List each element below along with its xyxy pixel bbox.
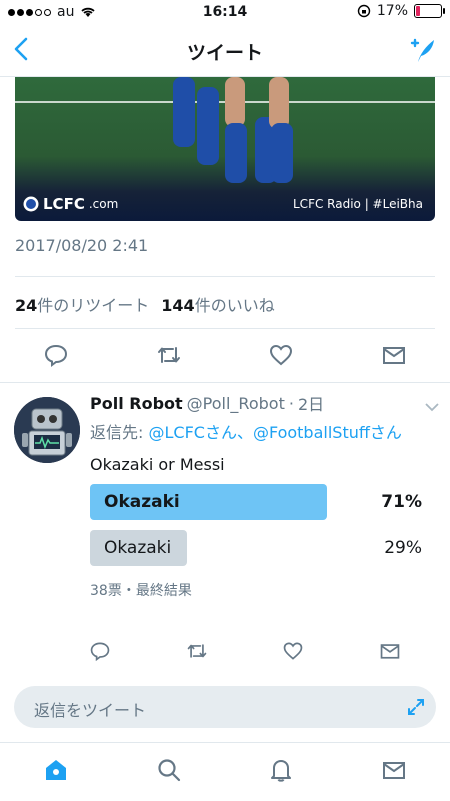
- nav-bar: ツイート: [0, 26, 450, 77]
- compose-tweet-icon[interactable]: [406, 34, 438, 70]
- reply-to-mentions[interactable]: @LCFCさん、@FootballStuffさん: [148, 423, 401, 442]
- home-tab-icon[interactable]: [43, 757, 69, 787]
- direct-message-icon[interactable]: [370, 640, 410, 662]
- reply-body: Poll Robot @Poll_Robot · 2日 返信先: @LCFCさん…: [90, 391, 430, 600]
- reply-icon[interactable]: [36, 342, 76, 368]
- poll: Okazaki 71% Okazaki 29%: [90, 484, 430, 568]
- reply-compose-field[interactable]: 返信をツイート: [14, 686, 436, 728]
- avatar[interactable]: [14, 397, 80, 463]
- orientation-lock-icon: [357, 4, 371, 18]
- reply-to-prefix: 返信先:: [90, 423, 149, 442]
- poll-option-label: Okazaki: [104, 538, 172, 558]
- poll-meta: 38票・最終結果: [90, 583, 192, 599]
- battery-icon: [414, 4, 445, 18]
- chevron-down-icon[interactable]: [424, 397, 440, 416]
- like-stat[interactable]: 144件のいいね: [161, 292, 274, 316]
- retweet-icon[interactable]: [177, 640, 217, 662]
- poll-option-percent: 71%: [381, 492, 422, 512]
- divider: [15, 328, 435, 329]
- poll-option-percent: 29%: [384, 538, 422, 558]
- media-caption: LCFC Radio | #LeiBha: [293, 197, 423, 211]
- lcfc-logo: LCFC .com: [23, 195, 118, 213]
- reply-icon[interactable]: [80, 640, 120, 662]
- reply-author-name[interactable]: Poll Robot: [90, 394, 183, 413]
- messages-tab-icon[interactable]: [381, 757, 407, 787]
- poll-option: Okazaki 29%: [90, 530, 430, 568]
- reply-time: 2日: [297, 395, 325, 414]
- poll-option: Okazaki 71%: [90, 484, 430, 522]
- retweet-stat[interactable]: 24件のリツイート: [15, 292, 149, 316]
- tweet-actions: [0, 342, 450, 368]
- reply-actions: [70, 640, 450, 662]
- tweet-timestamp: 2017/08/20 2:41: [15, 236, 149, 255]
- like-icon[interactable]: [273, 640, 313, 662]
- poll-option-label: Okazaki: [104, 492, 180, 512]
- status-bar: au 16:14 17%: [0, 0, 450, 26]
- expand-icon[interactable]: [406, 697, 426, 721]
- divider: [15, 276, 435, 277]
- like-icon[interactable]: [261, 342, 301, 368]
- robot-avatar-icon: [14, 397, 80, 463]
- direct-message-icon[interactable]: [374, 342, 414, 368]
- reply-compose-placeholder: 返信をツイート: [34, 701, 147, 720]
- reply-header: Poll Robot @Poll_Robot · 2日: [90, 391, 430, 415]
- reply-tweet[interactable]: Poll Robot @Poll_Robot · 2日 返信先: @LCFCさん…: [0, 382, 450, 673]
- retweet-icon[interactable]: [149, 342, 189, 368]
- notifications-tab-icon[interactable]: [268, 757, 294, 787]
- tweet-media-image[interactable]: LCFC .com LCFC Radio | #LeiBha: [15, 77, 435, 221]
- tweet-stats: 24件のリツイート 144件のいいね: [15, 292, 275, 316]
- reply-author-handle[interactable]: @Poll_Robot: [187, 394, 285, 413]
- battery-percent: 17%: [376, 3, 408, 19]
- page-title: ツイート: [186, 42, 263, 64]
- reply-to-line: 返信先: @LCFCさん、@FootballStuffさん: [90, 421, 430, 445]
- search-tab-icon[interactable]: [156, 757, 182, 787]
- reply-text: Okazaki or Messi: [90, 455, 225, 474]
- tab-bar: [0, 742, 450, 801]
- lcfc-crest-icon: [23, 196, 39, 212]
